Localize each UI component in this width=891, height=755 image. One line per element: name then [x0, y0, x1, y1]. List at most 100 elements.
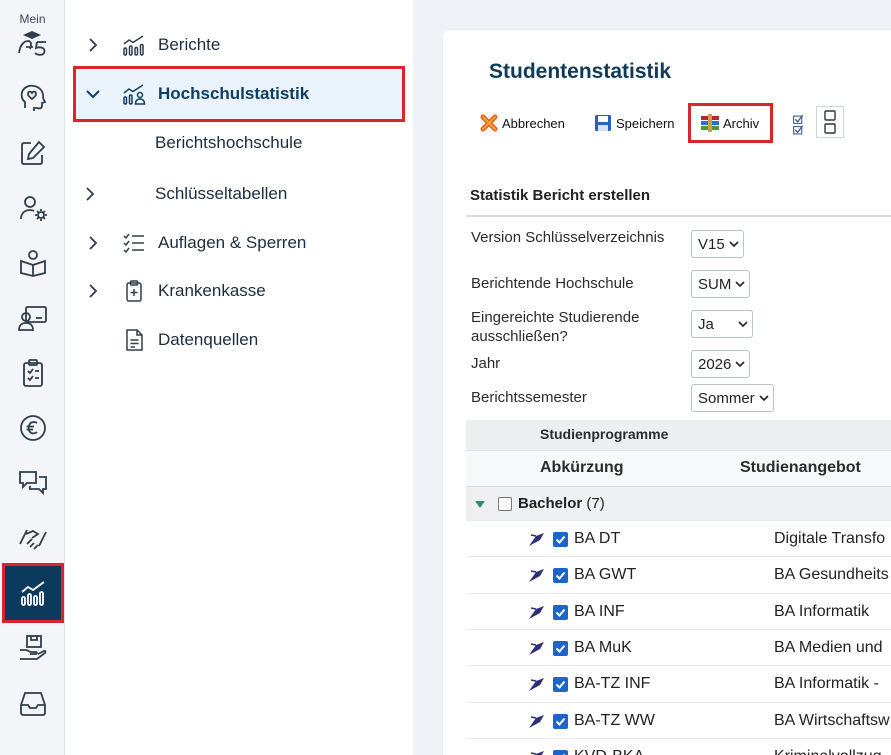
tree-item-label: Datenquellen — [158, 330, 259, 349]
page-title: Studentenstatistik — [489, 60, 672, 83]
chevron-down-icon — [729, 241, 739, 248]
check-all-button[interactable] — [792, 110, 808, 140]
table-row[interactable]: BA INF BA Informatik — [466, 592, 891, 629]
chevron-right-icon[interactable] — [82, 186, 98, 202]
row-abkuerzung: BA INF — [574, 602, 625, 620]
speichern-button[interactable]: Speichern — [593, 108, 675, 138]
head-heart-icon[interactable] — [10, 78, 55, 118]
handshake-icon[interactable] — [10, 518, 55, 558]
tree-item-label: Schlüsseltabellen — [155, 184, 288, 203]
cancel-icon — [480, 114, 498, 132]
group-name: Bachelor (7) — [518, 495, 605, 512]
column-studienangebot[interactable]: Studienangebot — [740, 459, 861, 477]
document-icon — [126, 329, 143, 351]
hochschule-value: SUM — [698, 275, 732, 293]
group-row-bachelor[interactable]: Bachelor (7) — [466, 486, 891, 520]
row-checkbox[interactable] — [553, 713, 568, 729]
row-abkuerzung: BA-TZ INF — [574, 675, 651, 693]
row-studienangebot: BA Gesundheits — [774, 566, 889, 584]
jahr-select[interactable]: 2026 — [691, 350, 751, 378]
medical-clipboard-icon — [126, 280, 142, 302]
statistics-people-icon — [123, 84, 146, 105]
section-divider — [466, 215, 891, 217]
checklist-icon — [793, 114, 804, 135]
version-label: Version Schlüsselverzeichnis — [471, 229, 665, 246]
table-row[interactable]: BA MuK BA Medien und — [466, 628, 891, 665]
tree-item-label: Berichte — [158, 35, 221, 54]
clipboard-checklist-icon[interactable] — [10, 353, 55, 393]
row-checkbox[interactable] — [553, 532, 568, 547]
inbox-icon[interactable] — [10, 683, 55, 723]
uncheck-all-button[interactable] — [816, 106, 844, 138]
tree-item-berichtshochschule[interactable]: Berichtshochschule — [155, 133, 302, 153]
graduation-cap-icon — [529, 641, 544, 655]
row-checkbox[interactable] — [553, 604, 568, 620]
row-studienangebot: Kriminalvollzug — [774, 748, 882, 755]
jahr-value: 2026 — [698, 355, 732, 373]
table-group-header: Studienprogramme — [466, 420, 891, 450]
row-abkuerzung: BA MuK — [574, 638, 632, 656]
presentation-icon[interactable] — [10, 298, 55, 338]
graduation-cap-icon — [530, 750, 544, 755]
version-value: V15 — [698, 235, 725, 253]
row-abkuerzung: KVD-BKA — [574, 748, 644, 755]
chevron-down-icon[interactable] — [85, 86, 101, 102]
chevron-down-icon — [738, 321, 748, 328]
chevron-down-icon — [759, 395, 769, 402]
row-checkbox[interactable] — [553, 640, 568, 656]
hochschule-select[interactable]: SUM — [691, 270, 751, 298]
reader-icon[interactable] — [10, 243, 55, 283]
tree-item-hochschulstatistik[interactable]: Hochschulstatistik — [73, 66, 405, 122]
archiv-button[interactable]: Archiv — [688, 103, 774, 143]
row-studienangebot: BA Informatik — [774, 602, 870, 620]
hand-box-icon[interactable] — [10, 628, 55, 668]
chat-icon[interactable] — [10, 463, 55, 503]
exclude-select[interactable]: Ja — [691, 310, 753, 338]
graduation-cap-icon — [529, 714, 544, 728]
group-checkbox[interactable] — [498, 497, 512, 511]
row-abkuerzung: BA DT — [574, 530, 621, 547]
semester-value: Sommer — [698, 389, 755, 407]
column-abkuerzung[interactable]: Abkürzung — [540, 459, 624, 477]
archiv-label: Archiv — [723, 115, 760, 131]
abbrechen-label: Abbrechen — [502, 115, 565, 131]
row-studienangebot: BA Wirtschaftsw — [774, 711, 890, 729]
version-select[interactable]: V15 — [691, 230, 744, 258]
tree-item-label: Hochschulstatistik — [158, 84, 310, 103]
section-title: Statistik Bericht erstellen — [470, 187, 651, 204]
row-checkbox[interactable] — [553, 677, 568, 693]
chevron-right-icon[interactable] — [85, 37, 101, 53]
table-row[interactable]: BA-TZ INF BA Informatik - — [466, 665, 891, 701]
row-abkuerzung: BA-TZ WW — [574, 711, 655, 729]
graduation-cap-icon — [529, 678, 544, 692]
semester-label: Berichtssemester — [471, 389, 587, 406]
group-name-text: Bachelor — [518, 495, 583, 512]
mein-a5-logo-icon[interactable] — [16, 27, 50, 57]
row-studienangebot: Digitale Transfo — [774, 530, 886, 547]
table-row[interactable]: KVD-BKA Kriminalvollzug — [466, 737, 891, 755]
chevron-down-icon — [735, 361, 745, 368]
table-row[interactable]: BA GWT BA Gesundheits — [466, 556, 891, 592]
row-checkbox[interactable] — [553, 568, 568, 584]
row-studienangebot: BA Medien und — [774, 638, 883, 656]
archive-books-icon — [701, 114, 719, 132]
euro-icon[interactable] — [10, 408, 55, 448]
main-content-card: Studentenstatistik Abbrechen Speichern A… — [443, 30, 891, 755]
chevron-right-icon[interactable] — [85, 235, 101, 251]
edit-icon[interactable] — [10, 133, 55, 173]
user-settings-icon[interactable] — [10, 188, 55, 228]
semester-select[interactable]: Sommer — [691, 384, 774, 412]
group-count: (7) — [586, 495, 605, 512]
table-row[interactable]: BA-TZ WW BA Wirtschaftsw — [466, 701, 891, 738]
tree-item-label: Auflagen & Sperren — [158, 233, 307, 252]
abbrechen-button[interactable]: Abbrechen — [479, 108, 565, 138]
graduation-cap-icon — [529, 569, 544, 583]
chevron-right-icon[interactable] — [85, 283, 101, 299]
row-checkbox[interactable] — [553, 749, 568, 755]
tree-item-label: Krankenkasse — [158, 281, 266, 300]
triangle-down-icon[interactable] — [474, 500, 486, 510]
table-row[interactable]: BA DT Digitale Transfo — [466, 520, 891, 556]
chevron-down-icon — [735, 281, 745, 288]
statistics-icon[interactable] — [2, 563, 64, 623]
studienprogramme-header: Studienprogramme — [540, 426, 669, 442]
